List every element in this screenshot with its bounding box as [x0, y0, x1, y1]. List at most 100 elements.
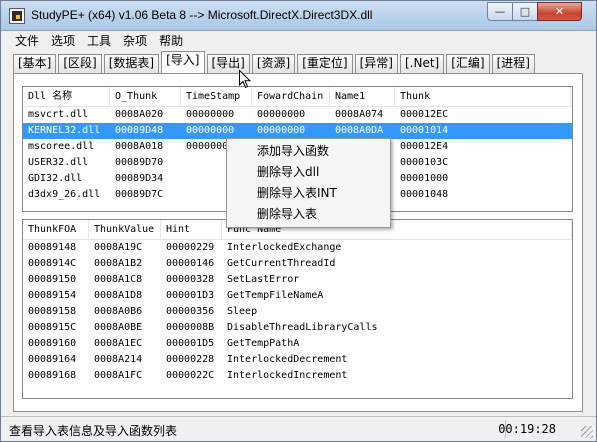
- title-bar[interactable]: StudyPE+ (x64) v1.06 Beta 8 --> Microsof…: [1, 1, 596, 31]
- function-cell: 0008A1C8: [94, 274, 143, 285]
- function-row[interactable]: 0008915C 0008A0BE 0000008B DisableThreadLib…: [23, 320, 572, 336]
- import-cell: 00089D48: [115, 125, 164, 136]
- function-cell: 0008915C: [28, 322, 77, 333]
- function-cell: 00000356: [166, 306, 215, 317]
- tab-9[interactable]: [汇编]: [446, 54, 490, 73]
- function-cell: GetTempPathA: [227, 338, 300, 349]
- function-cell: 0000008B: [166, 322, 215, 333]
- function-row[interactable]: 00089148 0008A19C 00000229 InterlockedExcha…: [23, 240, 572, 256]
- context-menu-item-2[interactable]: 删除导入表INT: [227, 183, 390, 204]
- import-cell: 00000000: [186, 125, 235, 136]
- import-cell: 00000000: [257, 125, 306, 136]
- import-cell: 0008A0DA: [335, 125, 384, 136]
- import-header-4[interactable]: Name1: [330, 87, 395, 106]
- import-cell: 0000103C: [400, 157, 449, 168]
- function-cell: 0008A0BE: [94, 322, 143, 333]
- import-cell: 00089D7C: [115, 189, 164, 200]
- function-cell: 0008A1D8: [94, 290, 143, 301]
- maximize-button[interactable]: □: [512, 2, 538, 21]
- function-row[interactable]: 00089160 0008A1EC 000001D5 GetTempPathA: [23, 336, 572, 352]
- import-header-3[interactable]: FowardChain: [252, 87, 330, 106]
- menu-options[interactable]: 选项: [45, 32, 81, 50]
- tab-2[interactable]: [数据表]: [103, 54, 160, 73]
- tab-5[interactable]: [资源]: [251, 54, 296, 73]
- function-cell: 0008A1FC: [94, 370, 143, 381]
- import-cell: 00001014: [400, 125, 449, 136]
- function-row[interactable]: 0008914C 0008A1B2 00000146 GetCurrentThread…: [23, 256, 572, 272]
- function-row[interactable]: 00089150 0008A1C8 00000328 SetLastError: [23, 272, 572, 288]
- function-row[interactable]: 00089168 0008A1FC 0000022C InterlockedIncre…: [23, 368, 572, 384]
- function-cell: InterlockedIncrement: [227, 370, 348, 381]
- tab-3[interactable]: [导入]: [161, 51, 205, 73]
- menu-misc[interactable]: 杂项: [117, 32, 153, 50]
- import-cell: KERNEL32.dll: [28, 125, 101, 136]
- import-cell: 000012E4: [400, 141, 449, 152]
- context-menu-item-1[interactable]: 删除导入dll: [227, 162, 390, 183]
- tab-10[interactable]: [进程]: [491, 54, 535, 73]
- tab-7[interactable]: [异常]: [354, 54, 398, 73]
- tab-6[interactable]: [重定位]: [297, 54, 353, 73]
- import-header-1[interactable]: O_Thunk: [110, 87, 181, 106]
- menu-bar: 文件 选项 工具 杂项 帮助: [9, 32, 189, 50]
- context-menu-item-0[interactable]: 添加导入函数: [227, 141, 390, 162]
- status-bar: 查看导入表信息及导入函数列表 00:19:28: [1, 416, 596, 441]
- import-cell: 00089D70: [115, 157, 164, 168]
- function-cell: 0008A214: [94, 354, 143, 365]
- function-cell: 00089154: [28, 290, 77, 301]
- function-header-0[interactable]: ThunkFOA: [23, 220, 89, 239]
- context-menu-item-3[interactable]: 删除导入表: [227, 204, 390, 225]
- import-cell: 0008A074: [335, 109, 384, 120]
- function-cell: InterlockedExchange: [227, 242, 342, 253]
- context-menu: 添加导入函数 删除导入dll 删除导入表INT 删除导入表: [226, 138, 391, 228]
- function-cell: 00089168: [28, 370, 77, 381]
- function-cell: DisableThreadLibraryCalls: [227, 322, 378, 333]
- function-cell: 00089164: [28, 354, 77, 365]
- import-panel: Dll 名称 O_Thunk TimeStamp FowardChain Name1 Th…: [13, 73, 583, 412]
- tab-1[interactable]: [区段]: [58, 54, 102, 73]
- function-cell: 0008A1EC: [94, 338, 143, 349]
- import-header-0[interactable]: Dll 名称: [23, 87, 110, 106]
- function-cell: 000001D5: [166, 338, 215, 349]
- function-cell: 00089160: [28, 338, 77, 349]
- import-header-2[interactable]: TimeStamp: [181, 87, 252, 106]
- tab-8[interactable]: [.Net]: [400, 54, 445, 73]
- function-cell: 00000146: [166, 258, 215, 269]
- tab-0[interactable]: [基本]: [13, 54, 57, 73]
- resize-grip-icon[interactable]: [581, 426, 593, 438]
- menu-help[interactable]: 帮助: [153, 32, 189, 50]
- import-function-list[interactable]: ThunkFOA ThunkValue Hint Func Name 00089148…: [22, 219, 573, 399]
- function-row[interactable]: 00089158 0008A0B6 00000356 Sleep: [23, 304, 572, 320]
- import-row[interactable]: msvcrt.dll 0008A020 00000000 00000000 0008A0…: [23, 107, 572, 123]
- main-window: StudyPE+ (x64) v1.06 Beta 8 --> Microsof…: [0, 0, 597, 442]
- minimize-button[interactable]: —: [487, 2, 513, 21]
- function-cell: 00089158: [28, 306, 77, 317]
- function-header-1[interactable]: ThunkValue: [89, 220, 161, 239]
- function-cell: InterlockedDecrement: [227, 354, 348, 365]
- function-cell: 000001D3: [166, 290, 215, 301]
- import-cell: 00000000: [257, 109, 306, 120]
- menu-tools[interactable]: 工具: [81, 32, 117, 50]
- function-cell: 0008A1B2: [94, 258, 143, 269]
- import-cell: 00089D34: [115, 173, 164, 184]
- function-cell: 0008914C: [28, 258, 77, 269]
- import-header-5[interactable]: Thunk: [395, 87, 571, 106]
- function-cell: 00000328: [166, 274, 215, 285]
- function-cell: SetLastError: [227, 274, 300, 285]
- function-cell: 0008A0B6: [94, 306, 143, 317]
- import-cell: 0008A018: [115, 141, 164, 152]
- status-time: 00:19:28: [498, 422, 556, 436]
- function-header-2[interactable]: Hint: [161, 220, 222, 239]
- function-row[interactable]: 00089154 0008A1D8 000001D3 GetTempFileNameA: [23, 288, 572, 304]
- import-cell: 00000000: [186, 109, 235, 120]
- function-cell: 0008A19C: [94, 242, 143, 253]
- window-title: StudyPE+ (x64) v1.06 Beta 8 --> Microsof…: [31, 8, 373, 22]
- import-cell: GDI32.dll: [28, 173, 83, 184]
- function-cell: Sleep: [227, 306, 258, 317]
- function-row[interactable]: 00089164 0008A214 00000228 InterlockedDecre…: [23, 352, 572, 368]
- import-cell: 00001000: [400, 173, 449, 184]
- import-list-header: Dll 名称 O_Thunk TimeStamp FowardChain Name1 Th…: [23, 87, 572, 107]
- menu-file[interactable]: 文件: [9, 32, 45, 50]
- close-button[interactable]: ✕: [537, 2, 582, 21]
- function-cell: GetTempFileNameA: [227, 290, 324, 301]
- import-row[interactable]: KERNEL32.dll 00089D48 00000000 00000000 0008…: [23, 123, 572, 139]
